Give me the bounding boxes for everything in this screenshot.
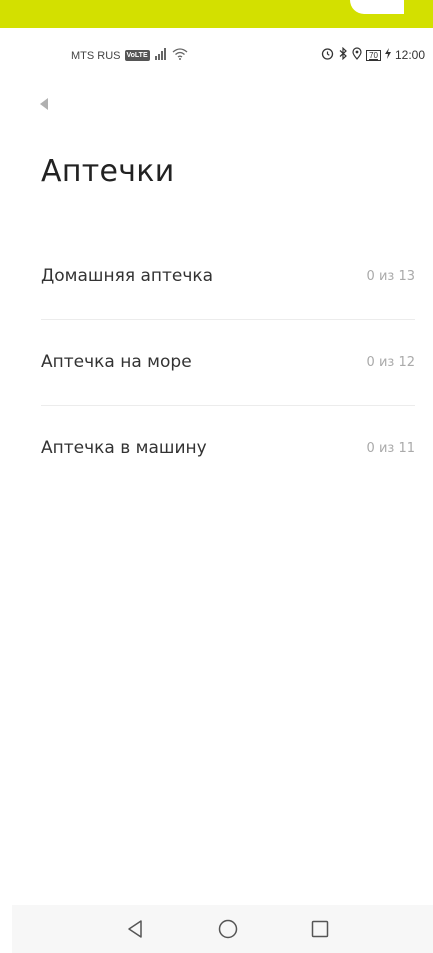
circle-home-icon [218, 919, 238, 939]
banner-notch [350, 0, 404, 14]
top-banner [0, 0, 433, 28]
square-recent-icon [311, 920, 329, 938]
nav-back-button[interactable] [122, 915, 150, 943]
kit-item-car[interactable]: Аптечка в машину 0 из 11 [41, 406, 415, 491]
bluetooth-icon [338, 46, 348, 63]
alarm-icon [321, 47, 334, 63]
kit-list: Домашняя аптечка 0 из 13 Аптечка на море… [41, 234, 415, 491]
screen: MTS RUS VoLTE 70 12:00 Аптечки Домашняя … [0, 0, 433, 953]
wifi-icon [172, 48, 188, 63]
nav-recent-button[interactable] [306, 915, 334, 943]
status-left: MTS RUS VoLTE [71, 48, 188, 63]
charging-icon [384, 48, 391, 62]
signal-icon [154, 48, 168, 63]
nav-home-button[interactable] [214, 915, 242, 943]
status-bar: MTS RUS VoLTE 70 12:00 [12, 44, 433, 66]
kit-item-home[interactable]: Домашняя аптечка 0 из 13 [41, 234, 415, 320]
carrier-name: MTS RUS [71, 49, 121, 62]
volte-badge: VoLTE [124, 50, 150, 61]
kit-count: 0 из 12 [366, 355, 415, 370]
kit-name: Домашняя аптечка [41, 266, 214, 286]
battery-icon: 70 [366, 49, 381, 61]
kit-item-sea[interactable]: Аптечка на море 0 из 12 [41, 320, 415, 406]
location-icon [352, 47, 362, 63]
kit-count: 0 из 11 [366, 441, 415, 456]
kit-name: Аптечка на море [41, 352, 192, 372]
page-title: Аптечки [41, 154, 175, 189]
triangle-back-icon [128, 920, 142, 938]
back-button[interactable] [36, 94, 56, 114]
status-right: 70 12:00 [321, 46, 425, 63]
phone-frame: MTS RUS VoLTE 70 12:00 Аптечки Домашняя … [12, 28, 433, 953]
kit-name: Аптечка в машину [41, 438, 207, 458]
kit-count: 0 из 13 [366, 269, 415, 284]
back-arrow-icon [40, 98, 48, 110]
status-time: 12:00 [394, 48, 425, 62]
system-nav-bar [12, 905, 433, 953]
